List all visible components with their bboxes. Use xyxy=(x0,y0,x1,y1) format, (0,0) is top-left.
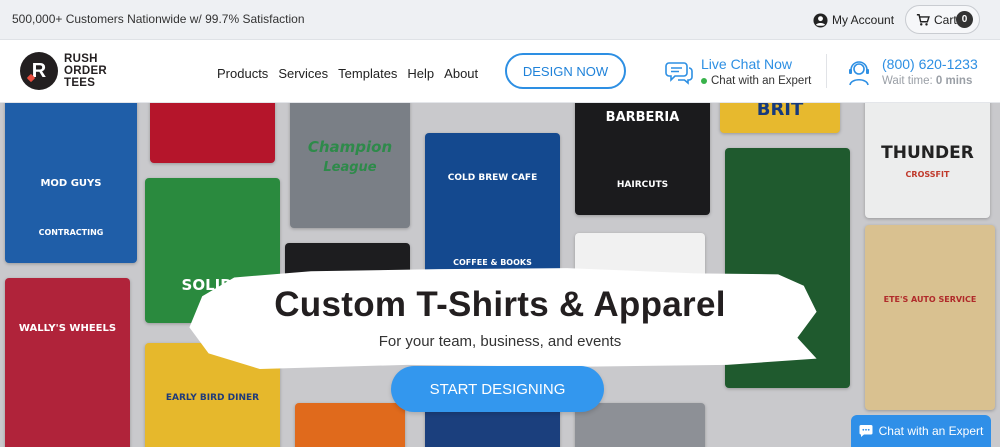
top-bar: 500,000+ Customers Nationwide w/ 99.7% S… xyxy=(0,0,1000,40)
cart-count-badge: 0 xyxy=(956,11,973,28)
nav-item-help[interactable]: Help xyxy=(407,66,434,81)
logo-wordmark: RUSH ORDER TEES xyxy=(64,53,107,89)
shirt-black-tee: BARBERIA HAIRCUTS xyxy=(575,103,710,215)
shirt-print: HAIRCUTS xyxy=(616,180,669,190)
promo-text: 500,000+ Customers Nationwide w/ 99.7% S… xyxy=(12,12,305,26)
chat-widget-button[interactable]: Chat with an Expert xyxy=(851,415,991,447)
chat-bubbles-icon xyxy=(665,62,693,85)
nav-item-templates[interactable]: Templates xyxy=(338,66,397,81)
nav-item-services[interactable]: Services xyxy=(278,66,328,81)
cart-button[interactable]: Cart 0 xyxy=(905,5,980,34)
shirt-yellow-tee: BRIT xyxy=(720,103,840,133)
user-icon xyxy=(813,12,828,28)
wait-time: Wait time: 0 mins xyxy=(882,75,978,87)
shirt-grey-tee-2 xyxy=(575,403,705,447)
phone-number: (800) 620-1233 xyxy=(882,56,978,72)
live-chat-link[interactable]: Live Chat Now Chat with an Expert xyxy=(665,56,811,87)
shirt-print: BRIT xyxy=(756,103,804,120)
design-now-button[interactable]: DESIGN NOW xyxy=(505,53,626,89)
nav-item-products[interactable]: Products xyxy=(217,66,268,81)
chat-widget-label: Chat with an Expert xyxy=(878,424,984,438)
header-divider xyxy=(826,54,827,88)
logo-line: RUSH xyxy=(64,53,98,65)
my-account-link[interactable]: My Account xyxy=(813,10,894,30)
wait-time-label: Wait time: xyxy=(882,75,933,87)
logo-line: TEES xyxy=(64,77,96,89)
main-header: R RUSH ORDER TEES Products Services Temp… xyxy=(0,40,1000,103)
shirt-white-tee: THUNDER CROSSFIT xyxy=(865,103,990,218)
live-chat-subtitle: Chat with an Expert xyxy=(711,75,812,87)
shirt-blue-hoodie: MOD GUYS CONTRACTING xyxy=(5,103,137,263)
shirt-print: CONTRACTING xyxy=(38,228,104,237)
shirt-print: CROSSFIT xyxy=(905,170,950,179)
shirt-print: THUNDER xyxy=(881,143,974,163)
shirt-orange-tee xyxy=(295,403,405,447)
hero-section: MOD GUYS CONTRACTING Champion League SOL… xyxy=(0,103,1000,447)
online-dot-icon xyxy=(701,78,707,84)
site-logo[interactable]: R RUSH ORDER TEES xyxy=(20,52,107,90)
shirt-print: League xyxy=(323,160,377,175)
shirt-print: Champion xyxy=(307,138,393,156)
hero-subtitle: For your team, business, and events xyxy=(378,333,622,350)
main-nav: Products Services Templates Help About xyxy=(217,66,488,81)
wait-time-value: 0 mins xyxy=(935,75,973,87)
shirt-red-tee xyxy=(150,103,275,163)
shirt-print: COLD BREW CAFE xyxy=(447,173,538,183)
nav-item-about[interactable]: About xyxy=(444,66,478,81)
shirt-print: MOD GUYS xyxy=(40,178,102,189)
live-chat-status: Chat with an Expert xyxy=(701,75,811,87)
start-designing-button[interactable]: START DESIGNING xyxy=(391,366,604,412)
my-account-label: My Account xyxy=(832,13,895,27)
cart-icon xyxy=(916,13,930,26)
shirt-print: COFFEE & BOOKS xyxy=(453,258,532,267)
live-chat-title: Live Chat Now xyxy=(701,56,793,72)
shirt-grey-tee: Champion League xyxy=(290,103,410,228)
logo-line: ORDER xyxy=(64,65,108,77)
shirt-print: EARLY BIRD DINER xyxy=(165,393,260,403)
hero-title: Custom T-Shirts & Apparel xyxy=(274,285,726,324)
shirt-print: BARBERIA xyxy=(605,110,680,125)
cart-label: Cart xyxy=(934,12,957,27)
chat-bubble-icon xyxy=(859,425,873,437)
phone-link[interactable]: (800) 620-1233 Wait time: 0 mins xyxy=(845,56,978,87)
logo-mark: R xyxy=(20,52,58,90)
headset-icon xyxy=(849,61,869,86)
